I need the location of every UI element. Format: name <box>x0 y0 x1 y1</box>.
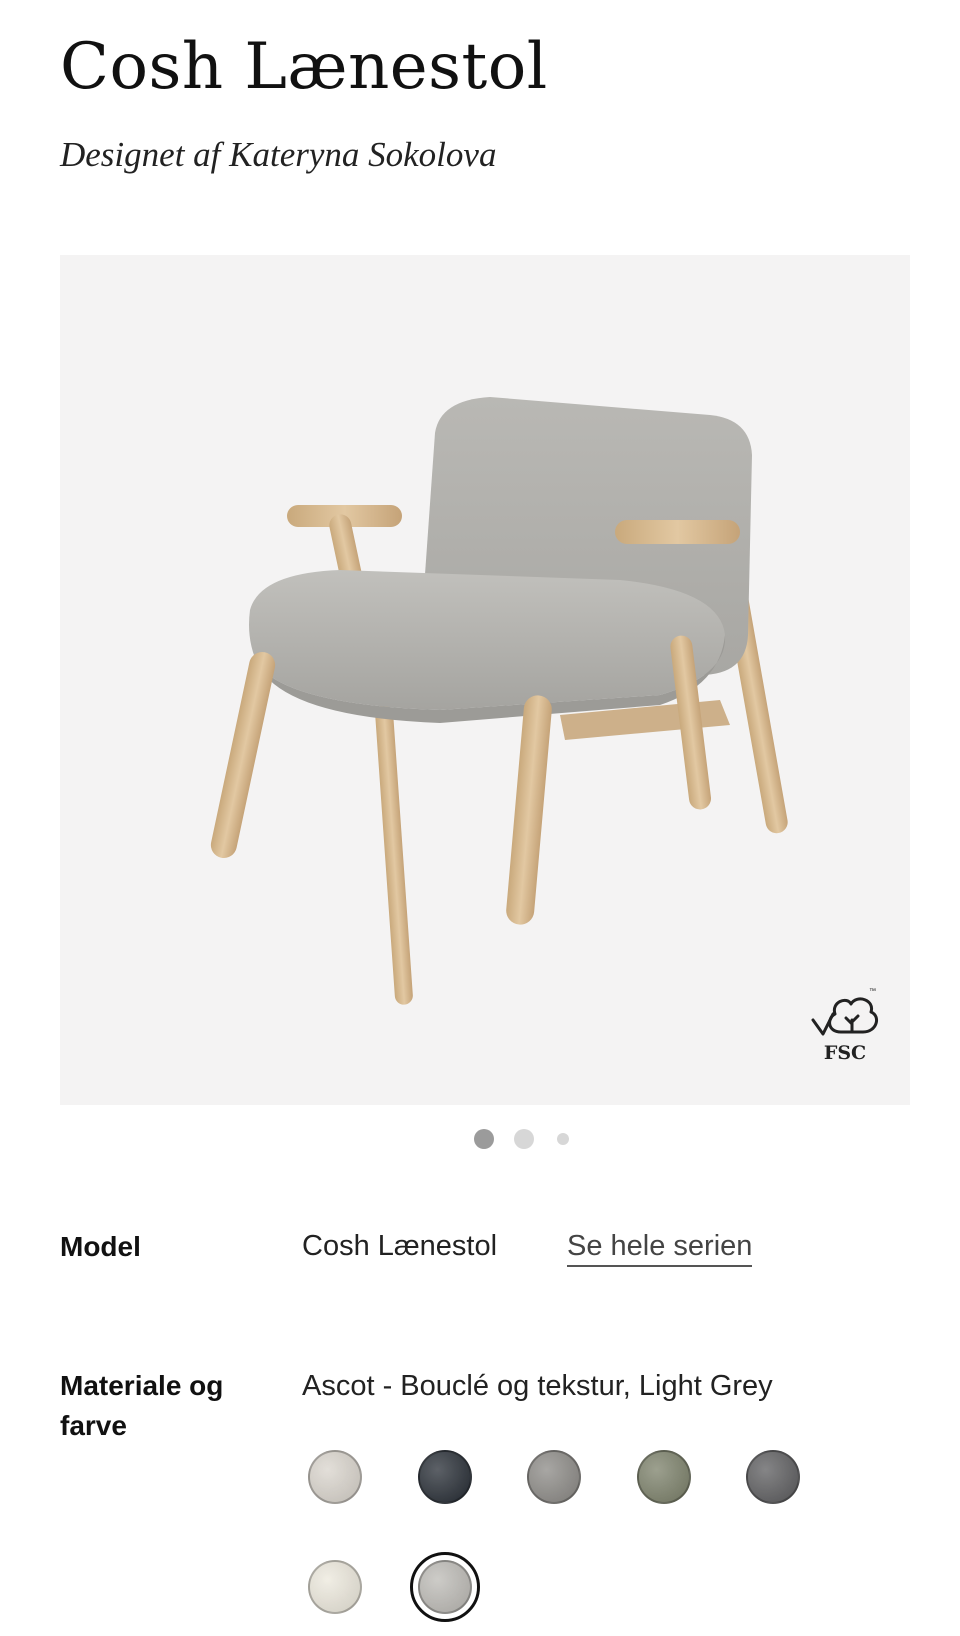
color-swatch-light-grey[interactable] <box>417 1560 472 1614</box>
color-swatch-grey-brown[interactable] <box>527 1450 581 1504</box>
color-swatch-dark-navy[interactable] <box>417 1450 472 1504</box>
armchair-image <box>210 397 788 1005</box>
color-swatch-charcoal[interactable] <box>746 1450 800 1504</box>
material-label: Materiale og farve <box>60 1370 224 1441</box>
pagination-dot-3[interactable] <box>557 1133 569 1145</box>
pagination-dot-1[interactable] <box>474 1129 494 1149</box>
see-full-series-link[interactable]: Se hele serien <box>567 1230 753 1267</box>
model-value: Cosh Lænestol <box>302 1230 498 1262</box>
gallery-pagination <box>0 1128 960 1150</box>
pagination-dot-2[interactable] <box>514 1129 534 1149</box>
fsc-certification-badge: ™ FSC <box>805 988 885 1075</box>
designer-subtitle: Designet af Kateryna Sokolova <box>60 135 497 174</box>
fsc-tree-icon <box>811 997 879 1036</box>
material-value: Ascot - Bouclé og tekstur, Light Grey <box>302 1370 773 1402</box>
color-swatch-olive-green[interactable] <box>636 1450 691 1504</box>
product-title: Cosh Lænestol <box>60 30 548 104</box>
fsc-trademark: ™ <box>869 988 876 995</box>
product-image-gallery[interactable]: ™ FSC <box>60 255 910 1105</box>
color-swatch-cream[interactable] <box>308 1560 362 1614</box>
fsc-label: FSC <box>823 1042 867 1064</box>
color-swatch-beige-boucle[interactable] <box>308 1450 362 1504</box>
model-label: Model <box>60 1231 141 1262</box>
